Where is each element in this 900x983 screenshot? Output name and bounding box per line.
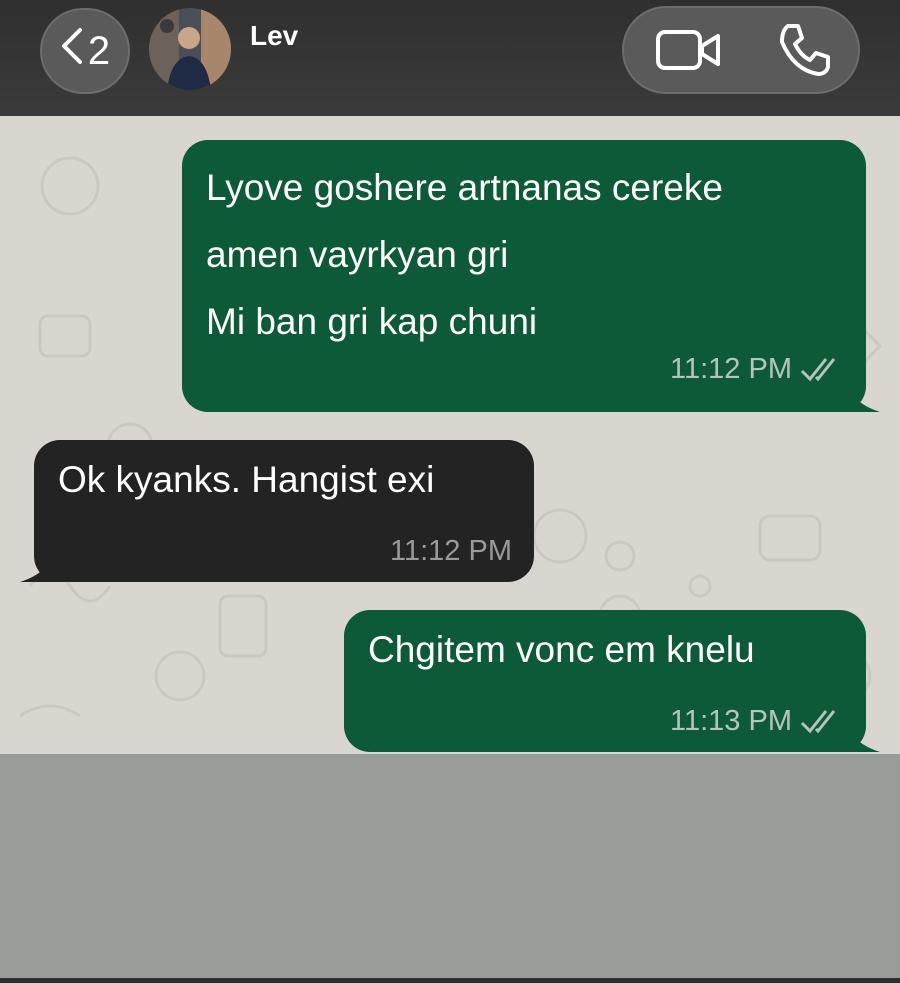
avatar[interactable] (149, 8, 231, 90)
message-meta: 11:12 PM (670, 354, 844, 384)
contact-name[interactable]: Lev (250, 20, 298, 52)
message-bubble-outgoing[interactable]: Chgitem vonc em knelu 11:13 PM (344, 610, 880, 752)
message-meta: 11:12 PM (390, 536, 512, 566)
message-line: Lyove goshere artnanas cereke (206, 167, 723, 208)
message-line: Chgitem vonc em knelu (368, 629, 755, 670)
message-text: Chgitem vonc em knelu (368, 616, 755, 683)
bubble-tail (20, 542, 60, 582)
message-text: Ok kyanks. Hangist exi (58, 446, 434, 513)
message-list[interactable]: Lyove goshere artnanas cereke amen vayrk… (0, 116, 900, 754)
message-line: Ok kyanks. Hangist exi (58, 459, 435, 500)
message-time: 11:12 PM (390, 535, 512, 567)
bubble-tail (840, 372, 880, 412)
message-bubble-outgoing[interactable]: Lyove goshere artnanas cereke amen vayrk… (182, 140, 880, 412)
divider (0, 978, 900, 983)
back-button[interactable]: 2 (40, 8, 130, 94)
read-receipt-icon (800, 707, 844, 735)
call-actions (622, 6, 860, 94)
video-call-icon (654, 30, 724, 84)
message-line: amen vayrkyan gri (206, 234, 509, 275)
message-time: 11:13 PM (670, 705, 792, 737)
chat-header: 2 Lev (0, 0, 900, 116)
message-line: Mi ban gri kap chuni (206, 301, 538, 342)
message-bubble-incoming[interactable]: Ok kyanks. Hangist exi 11:12 PM (20, 440, 534, 582)
unread-count: 2 (87, 28, 111, 73)
voice-call-button[interactable] (774, 20, 834, 80)
message-meta: 11:13 PM (670, 706, 844, 736)
message-text: Lyove goshere artnanas cereke amen vayrk… (206, 154, 723, 355)
video-call-button[interactable] (654, 20, 724, 80)
chevron-left-icon (60, 26, 84, 76)
read-receipt-icon (800, 355, 844, 383)
message-time: 11:12 PM (670, 353, 792, 385)
phone-call-icon (774, 24, 834, 84)
empty-area (0, 754, 900, 983)
bubble-tail (840, 712, 880, 752)
